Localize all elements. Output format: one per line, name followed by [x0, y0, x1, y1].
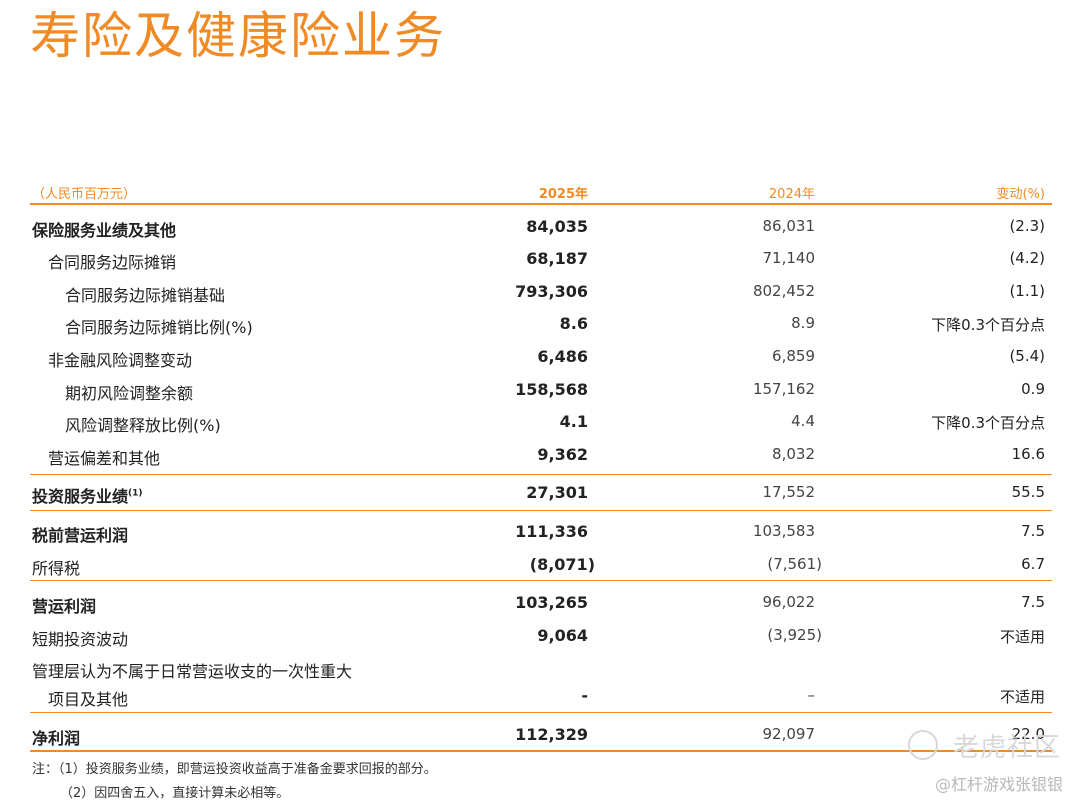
- row-label: 合同服务边际摊销比例(%): [65, 318, 253, 337]
- value-2025: 111,336: [515, 522, 588, 541]
- value-change: (1.1): [1009, 282, 1045, 300]
- table-row: 税前营运利润 111,336 103,583 7.5: [0, 522, 1083, 546]
- header-2025: 2025年: [538, 187, 588, 202]
- row-label: 净利润: [32, 729, 81, 748]
- row-label: 合同服务边际摊销基础: [65, 286, 226, 305]
- value-2024: 71,140: [762, 249, 816, 267]
- value-2024: 4.4: [791, 412, 815, 430]
- footnote-marker: (1): [128, 488, 143, 499]
- value-2024: 17,552: [762, 483, 816, 501]
- row-divider: [30, 510, 1052, 511]
- table-row: 非金融风险调整变动 6,486 6,859 (5.4): [0, 347, 1083, 371]
- value-2025: -: [581, 686, 588, 705]
- value-2024: 8,032: [772, 445, 815, 463]
- row-label: 合同服务边际摊销: [48, 253, 177, 272]
- watermark-brand: 老虎社区: [952, 733, 1061, 763]
- header-2024: 2024年: [768, 187, 815, 202]
- value-2024: (3,925): [767, 626, 822, 644]
- row-label-continued: 项目及其他: [48, 690, 129, 709]
- value-change: 不适用: [999, 688, 1045, 706]
- table-row: 合同服务边际摊销 68,187 71,140 (4.2): [0, 249, 1083, 273]
- value-change: 55.5: [1011, 483, 1045, 501]
- value-2025: 84,035: [526, 217, 588, 236]
- row-label: 管理层认为不属于日常营运收支的一次性重大: [32, 662, 353, 681]
- value-2025: 9,362: [537, 445, 588, 464]
- table-bottom-rule: [30, 750, 1052, 752]
- value-2025: 6,486: [537, 347, 588, 366]
- table-row: 合同服务边际摊销比例(%) 8.6 8.9 下降0.3个百分点: [0, 314, 1083, 338]
- row-label: 期初风险调整余额: [65, 384, 194, 403]
- value-change: 6.7: [1021, 555, 1045, 573]
- row-label: 税前营运利润: [32, 526, 129, 545]
- value-change: 下降0.3个百分点: [931, 414, 1045, 432]
- row-label: 营运利润: [32, 597, 97, 616]
- row-divider: [30, 580, 1052, 581]
- row-label: 投资服务业绩: [32, 487, 129, 506]
- value-2025: (8,071): [529, 555, 595, 574]
- row-divider: [30, 712, 1052, 713]
- value-2024: 103,583: [752, 522, 815, 540]
- table-row: 风险调整释放比例(%) 4.1 4.4 下降0.3个百分点: [0, 412, 1083, 436]
- row-label: 保险服务业绩及其他: [32, 221, 177, 240]
- value-change: 0.9: [1021, 380, 1045, 398]
- value-2024: 96,022: [762, 593, 816, 611]
- value-2024: 8.9: [791, 314, 815, 332]
- table-row: 保险服务业绩及其他 84,035 86,031 (2.3): [0, 217, 1083, 241]
- table-row: 营运利润 103,265 96,022 7.5: [0, 593, 1083, 617]
- footnote-2: （2）因四舍五入，直接计算未必相等。: [60, 786, 290, 801]
- header-change: 变动(%): [996, 187, 1046, 202]
- value-change: (5.4): [1009, 347, 1045, 365]
- value-2025: 4.1: [559, 412, 588, 431]
- value-2024: 92,097: [762, 725, 816, 743]
- value-2024: 6,859: [772, 347, 815, 365]
- value-change: (2.3): [1009, 217, 1045, 235]
- row-label: 营运偏差和其他: [48, 449, 161, 468]
- header-divider: [30, 203, 1052, 205]
- value-change: 16.6: [1011, 445, 1045, 463]
- value-2025: 27,301: [526, 483, 588, 502]
- watermark-logo-icon: [908, 730, 938, 760]
- value-2024: 802,452: [752, 282, 815, 300]
- header-unit-label: （人民币百万元）: [32, 187, 137, 202]
- value-change: 7.5: [1021, 593, 1045, 611]
- row-label: 非金融风险调整变动: [48, 351, 193, 370]
- row-label: 所得税: [32, 559, 81, 578]
- table-row: 管理层认为不属于日常营运收支的一次性重大: [0, 658, 1083, 682]
- table-row: 合同服务边际摊销基础 793,306 802,452 (1.1): [0, 282, 1083, 306]
- table-row: 投资服务业绩(1) 27,301 17,552 55.5: [0, 483, 1083, 507]
- value-2024: 86,031: [762, 217, 816, 235]
- footnote-1: 注：（1）投资服务业绩，即营运投资收益高于准备金要求回报的部分。: [32, 762, 437, 777]
- table-row-continuation: 项目及其他 - – 不适用: [0, 686, 1083, 710]
- value-change: 7.5: [1021, 522, 1045, 540]
- value-2025: 158,568: [515, 380, 588, 399]
- table-row: 短期投资波动 9,064 (3,925) 不适用: [0, 626, 1083, 650]
- row-label: 短期投资波动: [32, 630, 129, 649]
- value-2025: 68,187: [526, 249, 588, 268]
- watermark-author: @杠杆游戏张银银: [934, 775, 1063, 794]
- value-2025: 8.6: [559, 314, 588, 333]
- row-divider: [30, 474, 1052, 475]
- value-2024: (7,561): [767, 555, 822, 573]
- value-change: (4.2): [1009, 249, 1045, 267]
- page-title: 寿险及健康险业务: [30, 7, 446, 65]
- table-row: 营运偏差和其他 9,362 8,032 16.6: [0, 445, 1083, 469]
- value-2025: 103,265: [515, 593, 588, 612]
- value-2024: –: [807, 686, 816, 704]
- value-2025: 793,306: [515, 282, 588, 301]
- value-change: 下降0.3个百分点: [931, 316, 1045, 334]
- value-change: 不适用: [999, 628, 1045, 646]
- table-row: 期初风险调整余额 158,568 157,162 0.9: [0, 380, 1083, 404]
- value-2025: 9,064: [537, 626, 588, 645]
- row-label: 风险调整释放比例(%): [65, 416, 221, 435]
- value-2024: 157,162: [752, 380, 815, 398]
- table-row: 所得税 (8,071) (7,561) 6.7: [0, 555, 1083, 579]
- value-2025: 112,329: [515, 725, 588, 744]
